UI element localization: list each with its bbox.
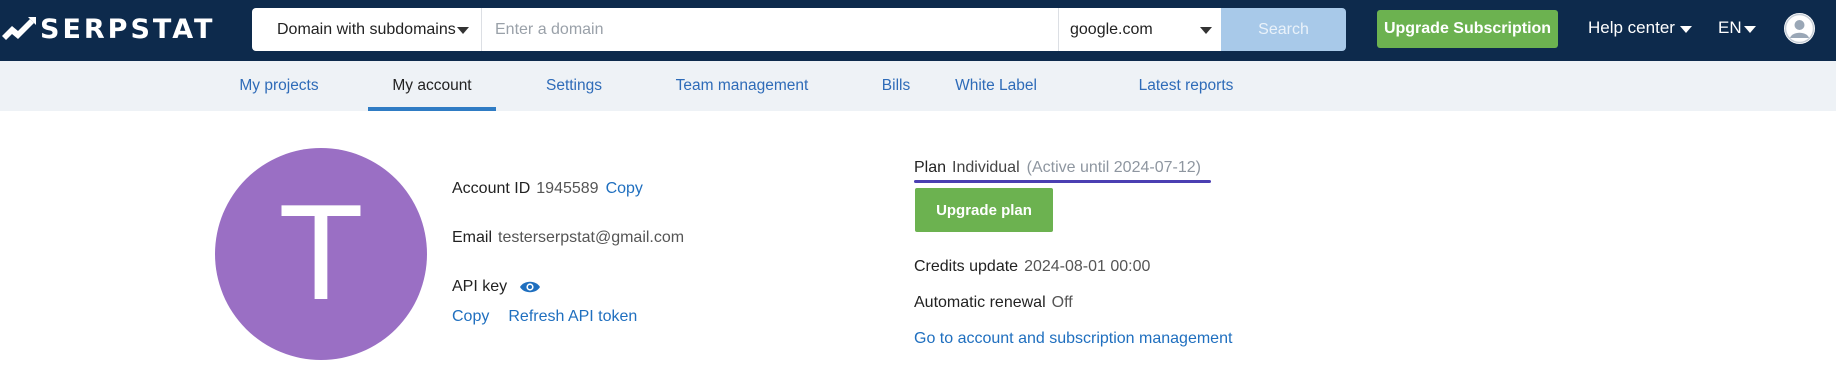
account-id-label: Account ID xyxy=(452,180,531,197)
copy-account-id-link[interactable]: Copy xyxy=(606,180,643,198)
copy-api-key-link[interactable]: Copy xyxy=(452,308,489,326)
domain-search-input[interactable] xyxy=(482,8,1058,51)
help-center-label: Help center xyxy=(1588,18,1675,37)
search-type-value: Domain with subdomains xyxy=(277,20,456,38)
tab-latest-reports[interactable]: Latest reports xyxy=(1134,61,1238,111)
plan-row: Plan Individual (Active until 2024-07-12… xyxy=(914,159,1201,177)
tab-team-management[interactable]: Team management xyxy=(670,61,814,111)
api-actions-row: Copy Refresh API token xyxy=(452,308,637,326)
user-icon xyxy=(1784,13,1815,44)
account-id-row: Account ID 1945589 Copy xyxy=(452,180,643,198)
upgrade-plan-button[interactable]: Upgrade plan xyxy=(915,188,1053,232)
automatic-renewal-label: Automatic renewal xyxy=(914,294,1046,311)
automatic-renewal-value: Off xyxy=(1051,294,1073,311)
search-engine-select[interactable]: google.com xyxy=(1058,8,1221,51)
automatic-renewal-row: Automatic renewal Off xyxy=(914,294,1073,312)
email-value: testerserpstat@gmail.com xyxy=(498,229,685,246)
credits-update-row: Credits update 2024-08-01 00:00 xyxy=(914,258,1150,276)
chevron-down-icon xyxy=(1743,25,1756,33)
help-center-menu[interactable]: Help center xyxy=(1588,18,1692,38)
tab-my-projects[interactable]: My projects xyxy=(231,61,327,111)
email-row: Email testerserpstat@gmail.com xyxy=(452,229,684,247)
avatar-initial: T xyxy=(281,181,361,330)
search-type-select[interactable]: Domain with subdomains xyxy=(252,8,482,51)
tab-my-account[interactable]: My account xyxy=(368,61,496,111)
search-button[interactable]: Search xyxy=(1221,8,1346,51)
subscription-management-link[interactable]: Go to account and subscription managemen… xyxy=(914,330,1232,348)
serpstat-logo[interactable]: SERPSTAT xyxy=(0,13,216,45)
language-menu[interactable]: EN xyxy=(1718,18,1756,38)
search-engine-value: google.com xyxy=(1070,20,1153,38)
plan-status: (Active until 2024-07-12) xyxy=(1026,159,1201,176)
email-label: Email xyxy=(452,229,493,246)
chevron-down-icon xyxy=(1200,27,1212,34)
plan-name: Individual xyxy=(952,159,1020,176)
user-menu-avatar[interactable] xyxy=(1784,13,1815,44)
refresh-api-token-link[interactable]: Refresh API token xyxy=(508,308,637,326)
upgrade-subscription-button[interactable]: Upgrade Subscription xyxy=(1377,10,1558,48)
profile-avatar: T xyxy=(215,148,427,360)
api-key-row: API key xyxy=(452,278,541,296)
tab-white-label[interactable]: White Label xyxy=(946,61,1046,111)
eye-icon[interactable] xyxy=(519,280,541,294)
chevron-down-icon xyxy=(1679,25,1692,33)
credits-update-value: 2024-08-01 00:00 xyxy=(1024,258,1151,275)
tab-settings[interactable]: Settings xyxy=(538,61,610,111)
plan-underline-annotation xyxy=(914,180,1211,183)
top-header: SERPSTAT Domain with subdomains google.c… xyxy=(0,0,1836,61)
account-tabs: My projects My account Settings Team man… xyxy=(0,61,1836,111)
logo-mark-icon xyxy=(2,17,36,40)
subscription-management-row: Go to account and subscription managemen… xyxy=(914,330,1232,348)
chevron-down-icon xyxy=(457,27,469,34)
tab-bills[interactable]: Bills xyxy=(872,61,920,111)
account-id-value: 1945589 xyxy=(536,180,599,197)
plan-label: Plan xyxy=(914,159,947,176)
logo-text: SERPSTAT xyxy=(40,13,216,45)
api-key-label: API key xyxy=(452,278,508,295)
language-label: EN xyxy=(1718,18,1742,37)
credits-update-label: Credits update xyxy=(914,258,1019,275)
